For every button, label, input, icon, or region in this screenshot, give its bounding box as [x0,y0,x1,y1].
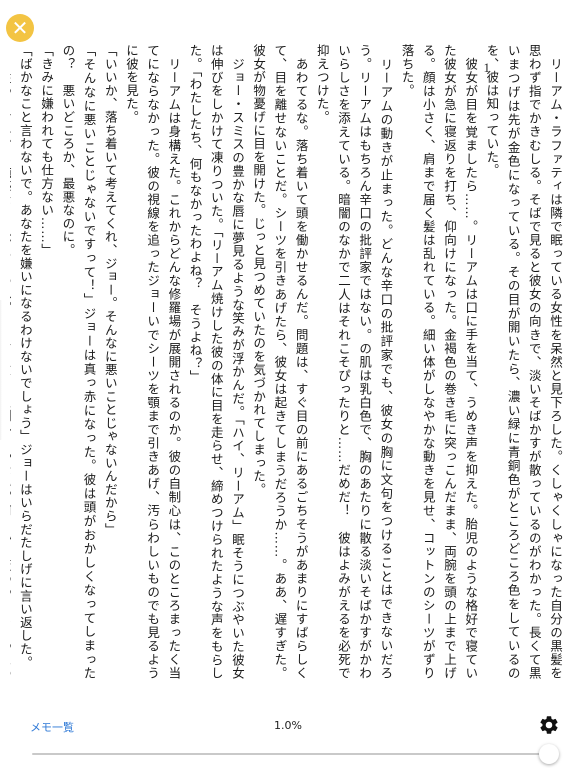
progress-slider-track [32,753,554,755]
gear-icon [540,716,558,734]
text-paragraph: 彼女が目を覚ましたら……。リーアムは口に手を当て、うめき声を抑えた。胎児のような… [399,44,479,680]
settings-button[interactable] [538,714,560,736]
text-paragraph: リーアム・ラファティは隣で眠っている女性を呆然と見下ろした。くしゃくしゃになった… [484,44,563,680]
close-button[interactable]: ✕ [6,14,34,42]
text-paragraph: リーアムは身構えた。これからどんな修羅場が展開されるのか。彼の自制心は、このとこ… [123,44,182,680]
bottom-toolbar: メモ一覧 1.0% [0,696,576,768]
progress-slider-knob[interactable] [538,744,559,764]
vertical-text-body: リーアム・ラファティは隣で眠っている女性を呆然と見下ろした。くしゃくしゃになった… [10,44,566,680]
text-paragraph: 「いいか、落ち着いて考えてくれ、ジョー。そんなに悪いことじゃないんだから」 [102,44,118,537]
close-icon: ✕ [11,16,29,40]
text-paragraph: 男性って、ひどく鈍感なときがあるのね。リーアムでさえ例外じゃない。何もかも変わっ… [10,44,15,680]
text-paragraph: リーアムの動きが止まった。どんな辛口の批評家でも、彼女の胸に文句をつけることはで… [314,44,394,680]
page-edge-shadow [0,300,2,440]
progress-slider[interactable] [32,744,559,764]
text-paragraph: 「ばかなこと言わないで。あなたを嫌いになるわけないでしょう」ジョーはいらだたしげ… [17,44,33,670]
text-paragraph: ジョー・スミスの豊かな唇に夢見るような笑みが浮かんだ。「ハイ、リーアム」眠そうに… [187,44,245,680]
text-paragraph: あわてるな。落ち着いて頭を働かせるんだ。問題は、すぐ目の前にあるごちそうがあまり… [251,44,309,680]
text-paragraph: 「そんなに悪いことじゃないですって！」ジョーは真っ赤になった。彼は頭がおかしくな… [60,44,97,680]
reading-progress-label: 1.0% [274,719,302,732]
text-paragraph: 「きみに嫌われても仕方ない……」 [39,44,55,257]
